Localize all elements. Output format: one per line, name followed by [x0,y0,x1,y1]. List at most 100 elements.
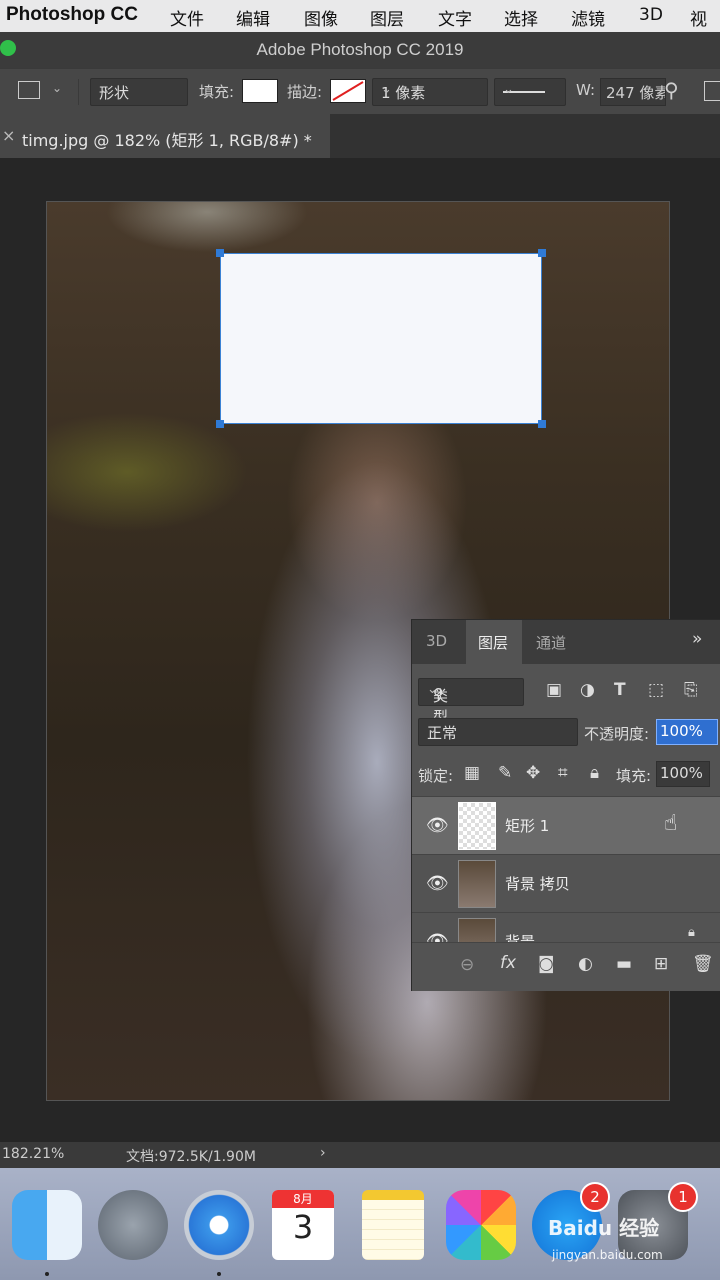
opacity-input[interactable]: 100% [656,719,718,745]
menu-layer[interactable]: 图层 [370,5,404,30]
smart-object-filter-icon[interactable]: ⎘ [684,680,698,700]
mode-dropdown[interactable]: 形状 ⌄ [90,78,188,106]
stroke-style-dropdown[interactable]: ⌄ [494,78,566,106]
fill-swatch[interactable] [242,79,278,103]
layer-name[interactable]: 背景 拷贝 [505,873,570,894]
link-layers-icon[interactable]: ⊖ [460,955,474,975]
fill-value: 100% [660,764,703,782]
stroke-width-dropdown[interactable]: 1 像素 ⌄ [372,78,488,106]
app-name[interactable]: Photoshop CC [6,4,138,26]
running-indicator [217,1272,221,1276]
zoom-window-button[interactable] [0,40,16,56]
chevron-down-icon: ⌄ [99,82,110,97]
layer-thumbnail [458,802,496,850]
transform-handle[interactable] [538,249,546,257]
shape-filter-icon[interactable]: ⬚ [648,680,664,700]
panel-tabs: 3D 图层 通道 » [412,620,720,664]
status-menu-arrow[interactable]: › [320,1145,326,1161]
chevron-down-icon: ⌄ [427,682,438,697]
layer-filter-dropdown[interactable]: ⚲ 类型 ⌄ [418,678,524,726]
layer-row-selected[interactable]: 👁︎ 矩形 1 ☝︎ [412,796,720,854]
lock-label: 锁定: [418,767,454,785]
menu-edit[interactable]: 编辑 [236,5,270,30]
lock-transparency-icon[interactable]: ▦ [464,763,480,783]
rectangle-shape-layer[interactable] [216,249,546,428]
width-label: W: [576,81,596,99]
safari-compass-icon[interactable] [184,1190,254,1260]
search-icon[interactable]: ⚲ [664,78,679,102]
stroke-swatch[interactable] [330,79,366,103]
new-group-icon[interactable]: ▬ [616,954,632,974]
menu-image[interactable]: 图像 [304,5,338,30]
lock-artboard-icon[interactable]: ⌗ [558,763,568,783]
fill-label: 填充: [616,767,652,785]
layer-row[interactable]: 👁︎ 背景 🔒︎ [412,912,720,943]
menu-filter[interactable]: 滤镜 [571,5,605,30]
adjustment-filter-icon[interactable]: ◑ [580,680,595,700]
add-mask-icon[interactable]: ◙ [538,954,555,974]
lock-all-icon[interactable]: 🔒︎ [590,763,599,783]
menu-3d[interactable]: 3D [639,5,663,25]
blend-mode-dropdown[interactable]: 正常 ⌄ [418,718,578,746]
rectangle-tool-icon[interactable] [18,81,40,99]
collapse-panel-icon[interactable]: » [692,629,702,649]
notes-icon[interactable] [362,1190,424,1260]
fill-input[interactable]: 100% [656,761,710,787]
tab-3d[interactable]: 3D [426,632,447,650]
delete-layer-icon[interactable]: 🗑︎ [692,954,714,974]
system-preferences-badge: 1 [668,1182,698,1212]
app-store-badge: 2 [580,1182,610,1212]
lock-pixels-icon[interactable]: ✎ [498,763,512,783]
layer-row[interactable]: 👁︎ 背景 拷贝 [412,854,720,912]
finder-icon[interactable] [12,1190,82,1260]
calendar-icon[interactable]: 8月 3 [272,1190,334,1260]
width-value: 247 像素 [606,84,666,102]
document-tab[interactable]: × timg.jpg @ 182% (矩形 1, RGB/8#) * [0,114,330,158]
photos-icon[interactable] [446,1190,516,1260]
stroke-label: 描边: [287,83,323,101]
fx-icon[interactable]: fx [500,953,516,973]
transform-handle[interactable] [538,420,546,428]
calendar-day: 3 [292,1208,314,1246]
layer-name[interactable]: 矩形 1 [505,815,549,836]
chevron-down-icon[interactable]: ⌄ [52,81,62,95]
transform-handle[interactable] [216,249,224,257]
width-input[interactable]: 247 像素 [600,78,666,106]
document-tab-label: timg.jpg @ 182% (矩形 1, RGB/8#) * [22,131,312,150]
layers-panel-footer: ⊖ fx ◙ ◐ ▬ ⊞ 🗑︎ [412,942,720,991]
zoom-level[interactable]: 182.21% [2,1146,64,1162]
lock-position-icon[interactable]: ✥ [526,763,540,783]
new-layer-icon[interactable]: ⊞ [654,954,668,974]
type-filter-icon[interactable]: T [614,680,626,700]
transform-handle[interactable] [216,420,224,428]
close-tab-icon[interactable]: × [2,126,15,145]
window-title-bar: Adobe Photoshop CC 2019 [0,32,720,68]
cursor-hand-icon: ☝︎ [664,811,678,836]
menu-type[interactable]: 文字 [438,5,472,30]
opacity-label: 不透明度: [584,725,650,743]
tab-layers[interactable]: 图层 [478,632,508,653]
opacity-value: 100% [660,722,703,740]
visibility-eye-icon[interactable]: 👁︎ [426,873,449,894]
menu-bar: Photoshop CC 文件 编辑 图像 图层 文字 选择 滤镜 3D 视图 [0,0,720,55]
menu-select[interactable]: 选择 [504,5,538,30]
path-operations-icon[interactable] [704,81,720,101]
layer-thumbnail [458,918,496,943]
watermark-url: jingyan.baidu.com [552,1248,663,1262]
tab-channels[interactable]: 通道 [536,632,566,653]
visibility-eye-icon[interactable]: 👁︎ [426,815,449,836]
fill-label: 填充: [199,83,235,101]
chevron-down-icon: ⌄ [503,82,514,97]
calendar-month: 8月 [272,1190,334,1208]
launchpad-rocket-icon[interactable] [98,1190,168,1260]
window-title: Adobe Photoshop CC 2019 [256,40,464,59]
menu-file[interactable]: 文件 [170,5,204,30]
options-bar: ⌄ 形状 ⌄ 填充: 描边: 1 像素 ⌄ ⌄ W: 247 像素 ⚲ [0,68,720,116]
lock-icon: 🔒︎ [688,925,695,940]
chevron-down-icon: ⌄ [381,82,392,97]
document-size: 文档:972.5K/1.90M [126,1149,256,1165]
layer-thumbnail [458,860,496,908]
pixel-layer-filter-icon[interactable]: ▣ [546,680,562,700]
adjustment-layer-icon[interactable]: ◐ [578,954,593,974]
running-indicator [45,1272,49,1276]
